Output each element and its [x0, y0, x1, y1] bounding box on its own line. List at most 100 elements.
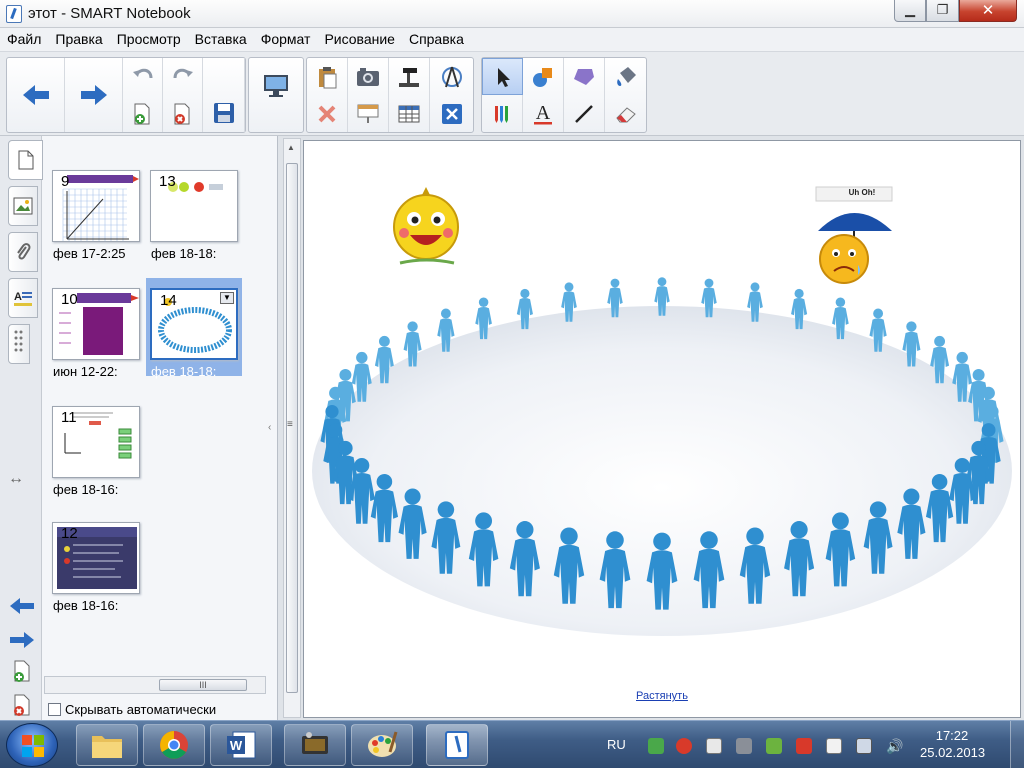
menu-file[interactable]: Файл: [0, 28, 48, 52]
line-tool-button[interactable]: [564, 95, 605, 132]
taskbar-document-camera[interactable]: [284, 724, 346, 766]
menu-insert[interactable]: Вставка: [188, 28, 254, 52]
screen-shade-button[interactable]: [348, 95, 389, 132]
maximize-button[interactable]: ❐: [926, 0, 959, 22]
pens-tool-button[interactable]: [482, 95, 523, 132]
shield-icon[interactable]: [796, 738, 812, 754]
minimize-button[interactable]: ▁: [894, 0, 926, 22]
next-page-button[interactable]: [6, 626, 38, 654]
taskbar-explorer[interactable]: [76, 724, 138, 766]
paste-button[interactable]: [307, 58, 348, 95]
measurement-tools-button[interactable]: [430, 58, 473, 95]
smart-notebook-icon: [445, 731, 469, 759]
tab-attachments[interactable]: [8, 232, 38, 272]
autohide-label: Скрывать автоматически: [65, 702, 217, 717]
delete-page-button[interactable]: [163, 95, 203, 132]
language-indicator[interactable]: RU: [607, 737, 626, 752]
redo-button[interactable]: [163, 58, 203, 95]
display-icon[interactable]: [856, 738, 872, 754]
page-thumbnail-9[interactable]: 9: [52, 170, 140, 242]
dock-toggle[interactable]: [8, 324, 30, 364]
side-delete-page-button[interactable]: [6, 692, 38, 720]
circle-of-people-scene: [312, 186, 1012, 636]
document-camera-button[interactable]: [389, 58, 430, 95]
forward-button[interactable]: [65, 58, 123, 132]
taskbar-word[interactable]: W: [210, 724, 272, 766]
thumbnail-menu-dropdown[interactable]: ▼: [220, 292, 234, 304]
nvidia-icon[interactable]: [766, 738, 782, 754]
gallery-icon: [13, 197, 33, 215]
scroll-thumb[interactable]: III: [159, 679, 247, 691]
fill-tool-button[interactable]: [605, 58, 646, 95]
forward-arrow-icon: [80, 85, 107, 105]
taskbar-paint[interactable]: [351, 724, 413, 766]
page-thumbnail-13[interactable]: 13: [150, 170, 238, 242]
properties-icon: A: [14, 291, 32, 306]
autohide-option[interactable]: Скрывать автоматически: [48, 702, 216, 717]
screen-capture-button[interactable]: [348, 58, 389, 95]
usb-icon[interactable]: [736, 738, 752, 754]
page-thumbnail-14[interactable]: 14 ▼: [150, 288, 238, 360]
network-icon[interactable]: [648, 738, 664, 754]
stretch-link[interactable]: Растянуть: [636, 690, 688, 702]
warning-icon[interactable]: [676, 738, 692, 754]
polygon-tool-button[interactable]: [564, 58, 605, 95]
full-screen-button[interactable]: [430, 95, 473, 132]
menu-help[interactable]: Справка: [402, 28, 471, 52]
scroll-up-icon[interactable]: ▲: [287, 143, 295, 152]
page-vertical-scrollbar[interactable]: ▲ ≡: [283, 138, 301, 718]
taskbar-chrome[interactable]: [143, 724, 205, 766]
document-camera-app-icon: [302, 732, 328, 754]
text-tool-button[interactable]: A: [523, 95, 564, 132]
collapse-handle-icon[interactable]: ‹: [268, 422, 271, 433]
svg-text:A: A: [14, 291, 22, 303]
save-button[interactable]: [203, 58, 245, 132]
volume-icon[interactable]: 🔊: [886, 738, 903, 754]
back-button[interactable]: [7, 58, 65, 132]
add-page-icon: [14, 660, 30, 682]
insert-table-button[interactable]: [389, 95, 430, 132]
windows-logo-icon: [22, 735, 44, 757]
save-icon: [213, 103, 234, 123]
page-thumbnail-12[interactable]: 12: [52, 522, 140, 594]
new-page-button[interactable]: [123, 95, 163, 132]
tab-gallery[interactable]: [8, 186, 38, 226]
page-number: 10: [61, 291, 78, 308]
flag-icon[interactable]: [826, 738, 842, 754]
side-horizontal-scrollbar[interactable]: III: [44, 676, 266, 694]
menu-edit[interactable]: Правка: [48, 28, 109, 52]
connection-error-icon[interactable]: [706, 738, 722, 754]
full-screen-icon: [441, 103, 462, 124]
show-desktop-button[interactable]: [1010, 721, 1024, 768]
paste-icon: [319, 66, 337, 88]
system-clock[interactable]: 17:22 25.02.2013: [920, 727, 985, 761]
paint-icon: [368, 731, 398, 757]
shapes-tool-button[interactable]: [523, 58, 564, 95]
previous-page-arrow-icon: [10, 598, 34, 614]
menu-draw[interactable]: Рисование: [317, 28, 402, 52]
resize-arrows-icon[interactable]: ↔: [8, 470, 24, 488]
start-button[interactable]: [6, 723, 58, 767]
shapes-icon: [533, 67, 552, 87]
whiteboard-canvas[interactable]: Uh Oh!: [303, 140, 1021, 718]
tab-page-sorter[interactable]: [8, 140, 43, 180]
scroll-grip-icon: ≡: [287, 419, 293, 430]
previous-page-button[interactable]: [6, 592, 38, 620]
page-thumbnail-10[interactable]: 10: [52, 288, 140, 360]
select-tool-button[interactable]: [482, 58, 523, 95]
thumbnail-label: фев 18-16:: [53, 482, 119, 497]
taskbar-smart-notebook[interactable]: [426, 724, 488, 766]
eraser-tool-button[interactable]: [605, 95, 646, 132]
side-add-page-button[interactable]: [6, 658, 38, 686]
menu-view[interactable]: Просмотр: [110, 28, 188, 52]
close-button[interactable]: ✕: [959, 0, 1017, 22]
menu-format[interactable]: Формат: [254, 28, 318, 52]
page-number: 9: [61, 173, 70, 190]
delete-button[interactable]: [307, 95, 348, 132]
display-screen-button[interactable]: [249, 58, 303, 132]
undo-button[interactable]: [123, 58, 163, 95]
eraser-polygon-icon: [574, 68, 594, 85]
tab-properties[interactable]: A: [8, 278, 38, 318]
autohide-checkbox[interactable]: [48, 703, 61, 716]
page-thumbnail-11[interactable]: 11: [52, 406, 140, 478]
